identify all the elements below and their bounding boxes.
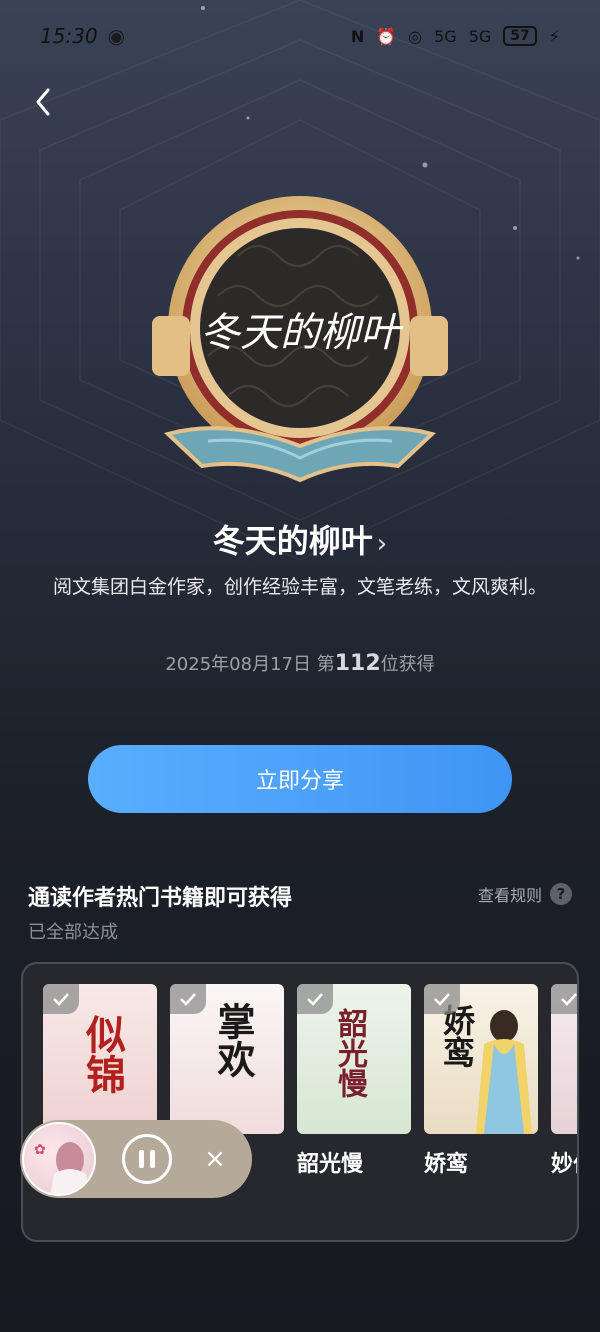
book-card[interactable]: 韶光慢 韶光慢 [297, 984, 411, 1178]
book-cover [551, 984, 577, 1134]
author-name: 冬天的柳叶 [212, 522, 373, 560]
pause-icon [139, 1150, 155, 1168]
book-cover: 韶光慢 [297, 984, 411, 1134]
check-icon [43, 984, 79, 1014]
close-player-button[interactable]: × [198, 1142, 232, 1176]
cover-title: 韶光慢 [332, 1008, 367, 1098]
player-thumbnail[interactable]: ✿ [22, 1122, 96, 1196]
book-title: 娇鸾 [424, 1152, 469, 1177]
award-date-line: 2025年08月17日 第112位获得 [0, 650, 600, 676]
question-icon: ? [550, 883, 572, 905]
check-icon [424, 984, 460, 1014]
status-bar: 15:30 ◉ N ⏰ ◎ 5G 5G 57 ⚡ [0, 0, 600, 72]
books-carousel[interactable]: 似锦 掌欢 韶光慢 韶光慢 娇鸾 娇鸾 妙 [21, 962, 579, 1242]
back-button[interactable] [30, 80, 66, 124]
thumbnail-art: ✿ [34, 1142, 90, 1194]
chevron-right-icon: › [376, 529, 388, 559]
section-title: 通读作者热门书籍即可获得 [28, 886, 293, 911]
view-rules-link[interactable]: 查看规则 ? [478, 882, 572, 906]
book-title: 韶光慢 [297, 1152, 364, 1177]
medal-signature: 冬天的柳叶 [200, 310, 404, 356]
cover-title: 掌欢 [211, 1002, 256, 1078]
cover-figure [476, 1010, 532, 1134]
alarm-icon: ⏰ [376, 26, 397, 46]
floating-audio-player[interactable]: ✿ × [20, 1120, 252, 1198]
rules-link-label: 查看规则 [477, 886, 542, 905]
book-cover: 似锦 [43, 984, 157, 1134]
book-cover: 掌欢 [170, 984, 284, 1134]
share-button[interactable]: 立即分享 [88, 745, 512, 813]
eye-icon: ◉ [107, 24, 126, 48]
book-card[interactable]: 妙伯 [551, 984, 577, 1178]
book-cover: 娇鸾 [424, 984, 538, 1134]
author-description: 阅文集团白金作家，创作经验丰富，文笔老练，文风爽利。 [52, 576, 547, 598]
author-medal: 冬天的柳叶 [152, 196, 448, 483]
award-date-suffix: 位获得 [380, 654, 435, 675]
headphones-icon: ◎ [408, 26, 423, 46]
section-subtitle: 已全部达成 [28, 922, 118, 943]
award-date-prefix: 2025年08月17日 第 [165, 654, 335, 675]
author-name-link[interactable]: 冬天的柳叶 › [0, 516, 600, 562]
close-icon: × [204, 1144, 226, 1174]
status-time: 15:30 [40, 24, 98, 48]
svg-text:✿: ✿ [34, 1142, 46, 1158]
award-rank: 112 [334, 651, 381, 676]
book-title: 妙伯 [551, 1152, 577, 1177]
check-icon [297, 984, 333, 1014]
pause-button[interactable] [122, 1134, 172, 1184]
nfc-icon: N [350, 26, 365, 46]
check-icon [170, 984, 206, 1014]
charging-icon: ⚡ [548, 26, 560, 46]
book-card[interactable]: 娇鸾 娇鸾 [424, 984, 538, 1178]
signal-icon: 5G [434, 26, 457, 46]
cover-title: 似锦 [79, 1014, 126, 1094]
chevron-left-icon [36, 88, 50, 116]
check-icon [551, 984, 577, 1014]
signal-icon-2: 5G [468, 26, 492, 46]
battery-icon: 57 [503, 26, 537, 46]
